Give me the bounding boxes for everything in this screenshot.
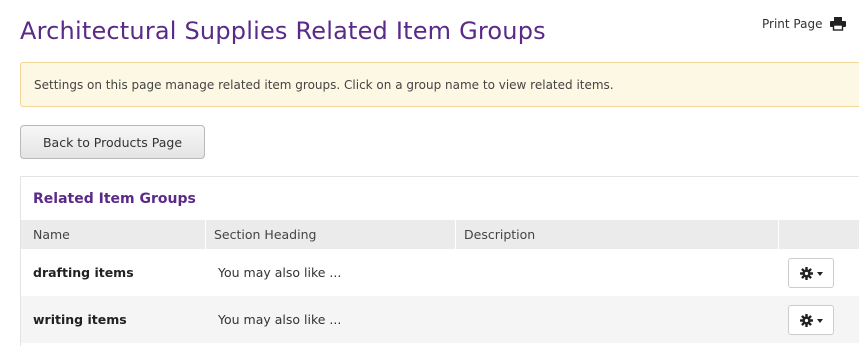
chevron-down-icon	[816, 272, 823, 276]
row-actions-button[interactable]	[788, 258, 834, 288]
back-to-products-button[interactable]: Back to Products Page	[20, 125, 205, 159]
column-header-section-heading: Section Heading	[214, 227, 317, 242]
printer-icon	[830, 16, 847, 31]
print-page-label: Print Page	[762, 16, 823, 31]
print-page-link[interactable]: Print Page	[762, 16, 847, 31]
section-heading-cell: You may also like ...	[218, 312, 342, 327]
related-item-groups-panel: Related Item Groups Name Section Heading…	[20, 176, 859, 346]
section-heading-cell: You may also like ...	[218, 265, 342, 280]
group-name-link[interactable]: drafting items	[33, 249, 134, 296]
info-alert-text: Settings on this page manage related ite…	[34, 77, 614, 92]
table-row: drafting items You may also like ...	[21, 249, 859, 296]
page-title: Architectural Supplies Related Item Grou…	[20, 17, 546, 45]
gear-icon	[799, 313, 813, 327]
table-row: writing items You may also like ...	[21, 296, 859, 343]
panel-heading: Related Item Groups	[33, 190, 196, 207]
row-actions-button[interactable]	[788, 305, 834, 335]
gear-icon	[799, 266, 813, 280]
chevron-down-icon	[816, 319, 823, 323]
column-header-name: Name	[33, 227, 70, 242]
column-header-description: Description	[464, 227, 536, 242]
table-header: Name Section Heading Description	[21, 220, 859, 249]
info-alert: Settings on this page manage related ite…	[20, 62, 859, 107]
group-name-link[interactable]: writing items	[33, 296, 127, 343]
